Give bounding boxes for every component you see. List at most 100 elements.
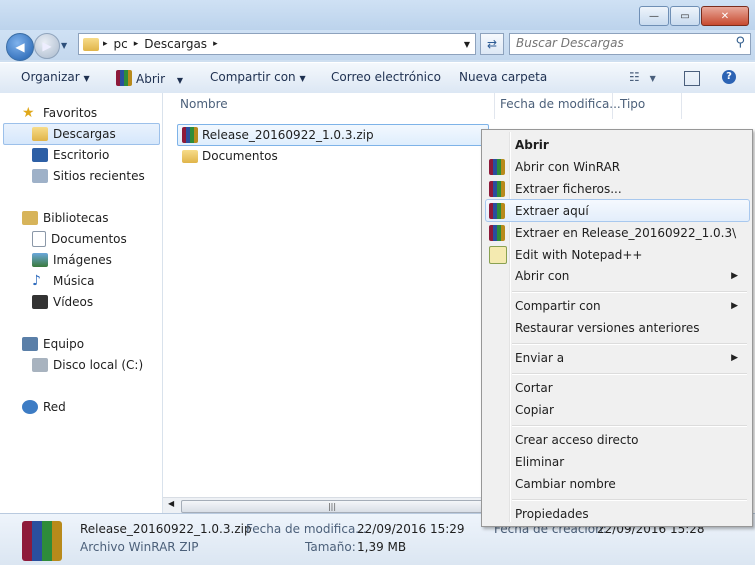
minimize-button[interactable]: — — [639, 6, 669, 26]
help-icon[interactable]: ? — [722, 70, 736, 84]
details-size-value: 1,39 MB — [357, 540, 407, 554]
nav-computer[interactable]: Equipo — [22, 334, 162, 354]
share-menu[interactable]: Compartir con ▼ — [210, 70, 306, 84]
submenu-arrow-icon: ▶ — [731, 300, 738, 311]
file-row-zip[interactable]: Release_20160922_1.0.3.zip — [177, 124, 489, 146]
winrar-archive-icon — [22, 521, 62, 561]
menu-share[interactable]: Compartir con ▶ — [485, 295, 748, 316]
column-divider[interactable] — [681, 93, 682, 119]
file-row-folder[interactable]: Documentos — [177, 146, 278, 166]
details-file-name: Release_20160922_1.0.3.zip — [80, 522, 252, 536]
menu-extract-to[interactable]: Extraer en Release_20160922_1.0.3\ — [485, 222, 748, 243]
back-arrow-icon: ◀ — [15, 40, 25, 54]
breadcrumb-descargas[interactable]: Descargas — [144, 37, 207, 51]
details-modified-label: Fecha de modifica... — [246, 522, 367, 536]
scrollbar-thumb[interactable]: ||| — [181, 500, 483, 513]
organize-menu[interactable]: Organizar ▼ — [21, 70, 90, 84]
breadcrumb-separator: ▸ — [213, 39, 218, 49]
menu-copy[interactable]: Copiar — [485, 399, 748, 420]
search-icon[interactable]: ⚲ — [735, 35, 745, 50]
refresh-icon: ⇄ — [486, 37, 498, 51]
downloads-folder-icon — [32, 127, 48, 141]
nav-documents[interactable]: Documentos — [32, 229, 162, 249]
view-options-icon[interactable]: ☷ ▼ — [629, 70, 656, 84]
column-name[interactable]: Nombre — [180, 97, 228, 111]
winrar-icon — [489, 224, 505, 241]
menu-separator — [512, 343, 747, 345]
menu-send-to[interactable]: Enviar a ▶ — [485, 347, 748, 368]
command-bar: Organizar ▼ Abrir ▼ Compartir con ▼ Corr… — [0, 62, 755, 94]
nav-downloads[interactable]: Descargas — [3, 123, 160, 145]
menu-extract-here[interactable]: Extraer aquí — [485, 199, 750, 222]
close-button[interactable]: ✕ — [701, 6, 749, 26]
new-folder-button[interactable]: Nueva carpeta — [459, 70, 547, 84]
column-divider[interactable] — [494, 93, 495, 119]
file-name: Documentos — [202, 149, 278, 163]
network-icon — [22, 400, 38, 414]
nav-desktop[interactable]: Escritorio — [32, 145, 162, 165]
search-input[interactable] — [510, 34, 726, 52]
horizontal-scrollbar[interactable]: ◀ ||| — [163, 497, 483, 514]
column-date[interactable]: Fecha de modifica... — [500, 97, 621, 111]
open-menu[interactable]: Abrir ▼ — [116, 70, 183, 86]
menu-open-with[interactable]: Abrir con ▶ — [485, 265, 748, 286]
desktop-icon — [32, 148, 48, 162]
documents-icon — [32, 231, 46, 247]
forward-arrow-icon: ▶ — [42, 39, 52, 53]
nav-recent[interactable]: Sitios recientes — [32, 166, 162, 186]
menu-restore[interactable]: Restaurar versiones anteriores — [485, 317, 748, 338]
nav-music[interactable]: ♪ Música — [32, 271, 162, 291]
details-modified-value: 22/09/2016 15:29 — [357, 522, 465, 536]
nav-favorites[interactable]: ★ Favoritos — [22, 103, 162, 123]
folder-icon — [182, 149, 198, 163]
computer-icon — [22, 337, 38, 351]
winrar-icon — [116, 70, 132, 86]
window-controls: — ▭ ✕ — [638, 6, 749, 26]
maximize-button[interactable]: ▭ — [670, 6, 700, 26]
winrar-icon — [489, 202, 505, 219]
winrar-icon — [489, 158, 505, 175]
navigation-pane: ★ Favoritos Descargas Escritorio Sitios r… — [0, 93, 163, 513]
breadcrumb-pc[interactable]: pc — [114, 37, 128, 51]
disk-icon — [32, 358, 48, 372]
preview-pane-icon[interactable] — [684, 71, 700, 86]
music-icon: ♪ — [32, 273, 41, 289]
winrar-archive-icon — [182, 127, 198, 143]
history-dropdown-icon[interactable]: ▼ — [61, 41, 67, 50]
menu-open-winrar[interactable]: Abrir con WinRAR — [485, 156, 748, 177]
recent-places-icon — [32, 169, 48, 183]
nav-local-disk[interactable]: Disco local (C:) — [32, 355, 162, 375]
details-file-type: Archivo WinRAR ZIP — [80, 540, 199, 554]
nav-videos[interactable]: Vídeos — [32, 292, 162, 312]
breadcrumb-separator: ▸ — [133, 39, 139, 49]
nav-images[interactable]: Imágenes — [32, 250, 162, 270]
menu-rename[interactable]: Cambiar nombre — [485, 473, 748, 494]
menu-create-shortcut[interactable]: Crear acceso directo — [485, 429, 748, 450]
menu-edit-notepad[interactable]: Edit with Notepad++ — [485, 244, 748, 265]
forward-button[interactable]: ▶ — [34, 33, 60, 59]
videos-icon — [32, 295, 48, 309]
nav-libraries[interactable]: Bibliotecas — [22, 208, 162, 228]
context-menu: Abrir Abrir con WinRAR Extraer ficheros.… — [481, 129, 753, 527]
submenu-arrow-icon: ▶ — [731, 352, 738, 363]
winrar-icon — [489, 180, 505, 197]
menu-separator — [512, 373, 747, 375]
menu-properties[interactable]: Propiedades — [485, 503, 748, 524]
notepad-plus-plus-icon — [489, 245, 507, 264]
scroll-left-icon[interactable]: ◀ — [168, 499, 174, 508]
column-divider[interactable] — [612, 93, 613, 119]
address-bar[interactable]: ▸ pc ▸ Descargas ▸ ▼ — [78, 33, 476, 55]
menu-cut[interactable]: Cortar — [485, 377, 748, 398]
refresh-button[interactable]: ⇄ — [480, 33, 504, 55]
address-dropdown-icon[interactable]: ▼ — [464, 40, 470, 49]
column-type[interactable]: Tipo — [620, 97, 645, 111]
nav-network[interactable]: Red — [22, 397, 162, 417]
search-box[interactable]: ⚲ — [509, 33, 751, 55]
file-name: Release_20160922_1.0.3.zip — [202, 128, 374, 142]
menu-separator — [512, 425, 747, 427]
menu-open[interactable]: Abrir — [485, 134, 748, 155]
email-button[interactable]: Correo electrónico — [331, 70, 441, 84]
back-button[interactable]: ◀ — [6, 33, 34, 61]
menu-delete[interactable]: Eliminar — [485, 451, 748, 472]
menu-extract-files[interactable]: Extraer ficheros... — [485, 178, 748, 199]
